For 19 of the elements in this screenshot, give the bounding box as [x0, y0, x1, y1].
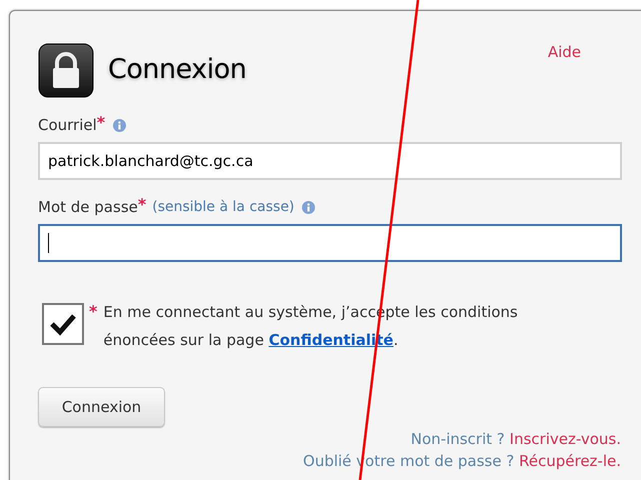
- footer-link[interactable]: Inscrivez-vous.: [510, 430, 621, 448]
- footer-text: Non-inscrit ? Inscrivez-vous.: [410, 429, 621, 450]
- login-button[interactable]: Connexion: [38, 387, 165, 427]
- field-hint: (sensible à la casse): [152, 198, 294, 216]
- page-title: Connexion: [108, 53, 246, 88]
- required-mark: *: [96, 112, 106, 134]
- lock-icon: [38, 43, 94, 98]
- field-label: Mot de passe: [38, 196, 138, 218]
- field-value: patrick.blanchard@tc.gc.ca: [48, 150, 254, 172]
- help-link[interactable]: Aide: [548, 41, 581, 64]
- text-field[interactable]: [38, 224, 622, 262]
- info-icon[interactable]: [302, 200, 316, 214]
- required-mark: *: [89, 301, 98, 323]
- required-mark: *: [138, 194, 146, 216]
- text-field[interactable]: patrick.blanchard@tc.gc.ca: [38, 142, 622, 180]
- field-label: Courriel: [38, 114, 97, 136]
- info-icon[interactable]: [113, 118, 126, 132]
- agreement-checkbox[interactable]: [42, 303, 84, 345]
- footer-link[interactable]: Récupérez-le.: [519, 452, 621, 470]
